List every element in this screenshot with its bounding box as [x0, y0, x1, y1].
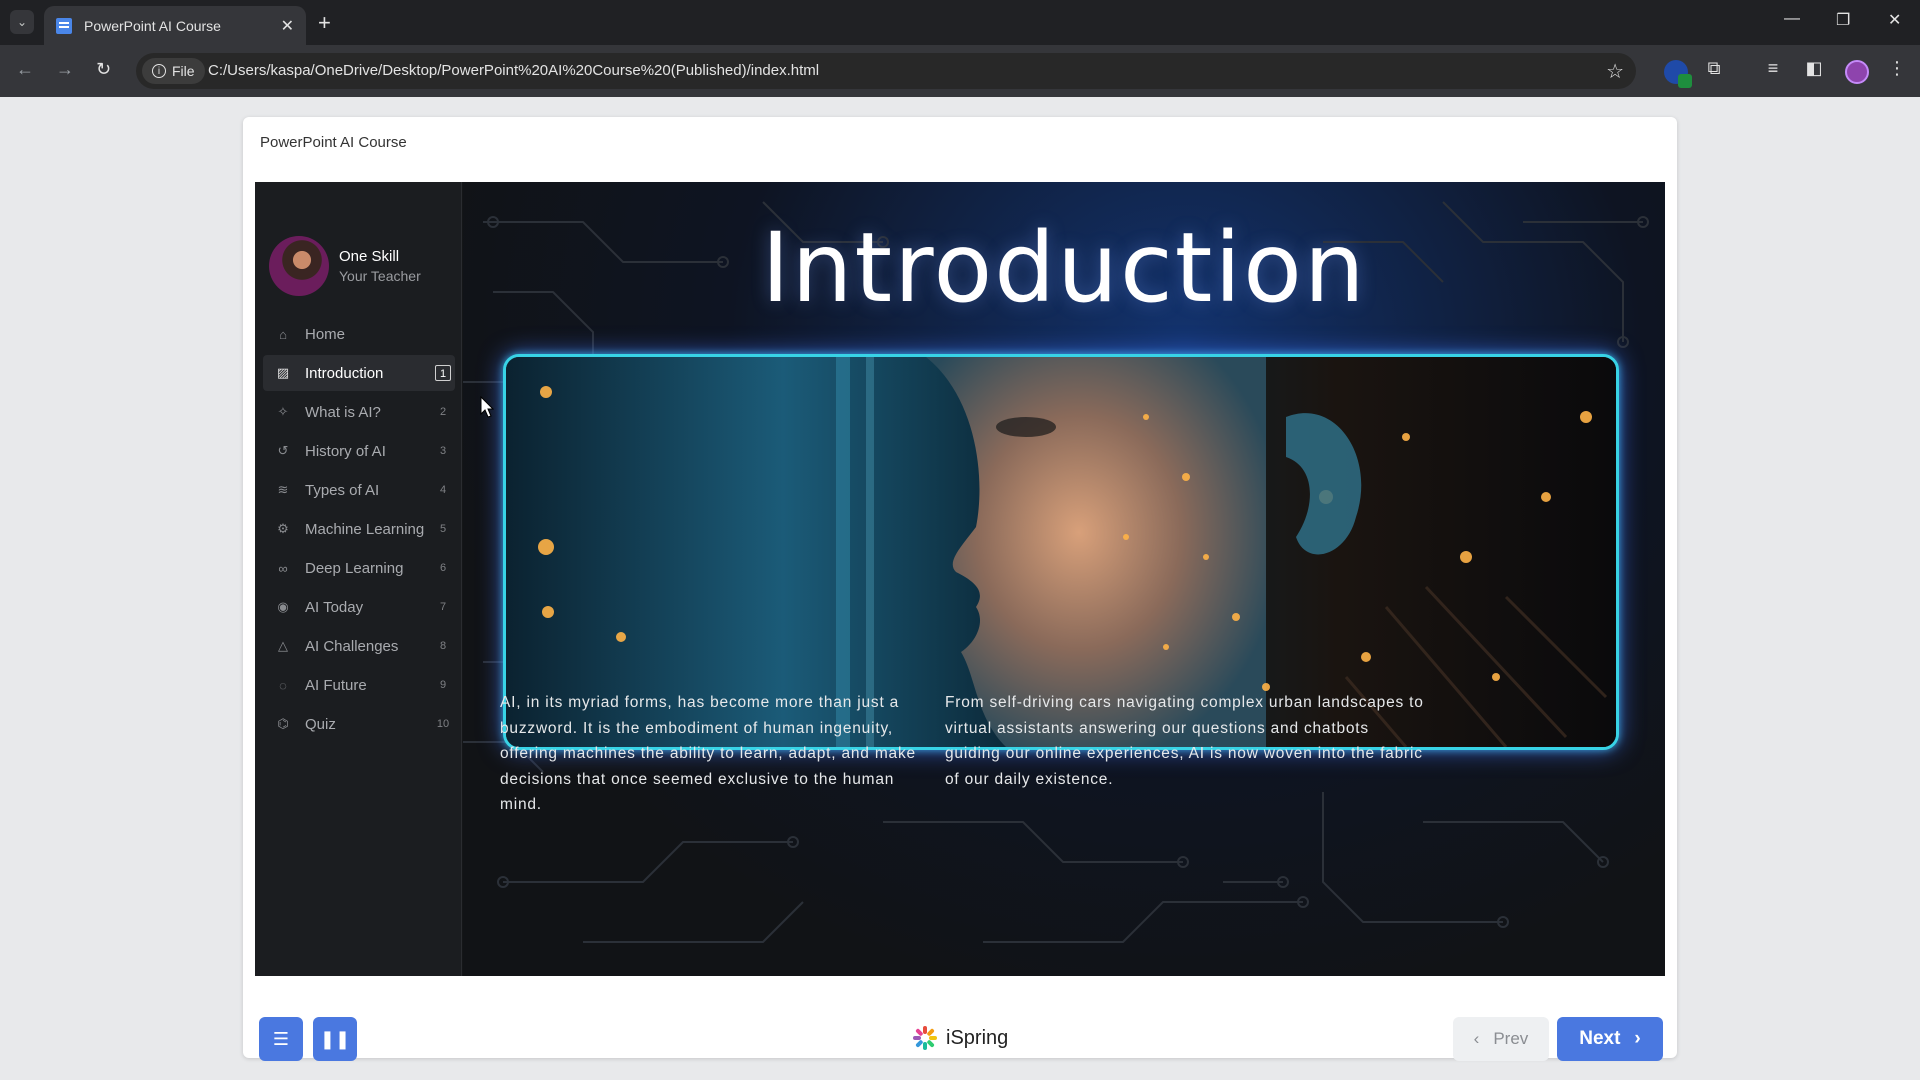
slide-content: Introduction AI, in its myriad forms, ha… — [463, 182, 1665, 976]
slide-title: Introduction — [761, 212, 1367, 324]
info-icon: i — [152, 64, 166, 78]
sidebar-item-label: Deep Learning — [305, 559, 404, 577]
forward-icon[interactable]: → — [56, 59, 74, 80]
planet-icon: ◌ — [279, 677, 287, 693]
prev-label: Prev — [1493, 1029, 1529, 1048]
sidebar-item-label: AI Challenges — [305, 637, 399, 655]
brand-name: iSpring — [946, 1026, 1009, 1049]
puzzle-icon[interactable]: ⧉ — [1703, 58, 1725, 80]
sidebar-item-number: 6 — [439, 562, 447, 574]
restore-icon[interactable]: ❐ — [1836, 10, 1850, 30]
binoculars-icon: ∞ — [278, 560, 288, 576]
pause-button[interactable]: ❚❚ — [313, 1017, 357, 1061]
player-title: PowerPoint AI Course — [260, 134, 407, 151]
bookmark-star-icon[interactable]: ☆ — [1606, 59, 1624, 84]
chevron-left-icon: ‹ — [1473, 1029, 1480, 1048]
page-background: PowerPoint AI Course One Skill Your Teac… — [0, 97, 1920, 1080]
site-info-chip[interactable]: i File — [142, 58, 205, 84]
sidebar-item-number: 9 — [439, 679, 447, 691]
graduation-cap-icon: ⌬ — [277, 716, 289, 731]
sidebar: One Skill Your Teacher ⌂ Home ▨ Introduc… — [255, 182, 462, 976]
side-panel-icon[interactable]: ◧ — [1803, 58, 1825, 80]
sidebar-item-introduction[interactable]: ▨ Introduction 1 — [263, 355, 455, 391]
sidebar-item-number: 8 — [439, 640, 447, 652]
sidebar-item-number: 5 — [439, 523, 447, 535]
minimize-icon[interactable]: — — [1784, 10, 1800, 28]
next-button[interactable]: Next › — [1557, 1017, 1663, 1061]
close-tab-icon[interactable]: ✕ — [281, 16, 294, 36]
sidebar-item-types-of-ai[interactable]: ≋ Types of AI 4 — [263, 472, 455, 508]
prev-button[interactable]: ‹ Prev — [1453, 1017, 1549, 1061]
home-icon: ⌂ — [279, 326, 287, 342]
close-window-icon[interactable]: ✕ — [1888, 10, 1901, 30]
sidebar-item-label: History of AI — [305, 442, 386, 460]
avatar — [269, 236, 329, 296]
sidebar-item-label: Machine Learning — [305, 520, 425, 538]
paragraph-right: From self-driving cars navigating comple… — [945, 694, 1424, 788]
list-icon: ☰ — [272, 1028, 290, 1049]
browser-tab[interactable]: PowerPoint AI Course ✕ — [44, 6, 306, 45]
sidebar-item-label: AI Future — [305, 676, 367, 694]
ispring-flower-icon — [913, 1026, 937, 1050]
slide-stage: One Skill Your Teacher ⌂ Home ▨ Introduc… — [255, 182, 1665, 976]
teacher-role: Your Teacher — [339, 268, 421, 284]
location-icon: ◉ — [277, 599, 289, 614]
sidebar-item-ai-challenges[interactable]: △ AI Challenges 8 — [263, 628, 455, 664]
layers-icon: ≋ — [277, 482, 289, 497]
more-menu-icon[interactable]: ⋮ — [1886, 58, 1908, 80]
back-icon[interactable]: ← — [16, 59, 34, 80]
site-chip-label: File — [172, 63, 195, 79]
reload-icon[interactable]: ↻ — [96, 59, 111, 80]
browser-tab-bar: ⌄ PowerPoint AI Course ✕ + — ❐ ✕ — [0, 0, 1920, 45]
ai-face-illustration — [506, 357, 1616, 747]
sidebar-item-deep-learning[interactable]: ∞ Deep Learning 6 — [263, 550, 455, 586]
tab-title: PowerPoint AI Course — [84, 17, 221, 34]
media-control-icon[interactable]: ≡ — [1762, 58, 1784, 80]
document-icon — [56, 17, 72, 34]
url-text[interactable]: C:/Users/kaspa/OneDrive/Desktop/PowerPoi… — [208, 62, 819, 79]
sidebar-item-number: 1 — [435, 365, 451, 381]
sidebar-item-number: 3 — [439, 445, 447, 457]
sidebar-menu: ⌂ Home ▨ Introduction 1 ✧ What is AI? 2 — [263, 316, 455, 745]
image-icon: ▨ — [276, 365, 290, 380]
extension-icon[interactable] — [1664, 60, 1692, 88]
sidebar-item-label: Home — [305, 325, 346, 343]
sidebar-item-history-of-ai[interactable]: ↺ History of AI 3 — [263, 433, 455, 469]
mouse-cursor-icon — [480, 396, 494, 418]
sidebar-item-ai-today[interactable]: ◉ AI Today 7 — [263, 589, 455, 625]
sidebar-item-number: 4 — [439, 484, 447, 496]
new-tab-icon[interactable]: + — [318, 10, 331, 36]
sidebar-item-machine-learning[interactable]: ⚙ Machine Learning 5 — [263, 511, 455, 547]
course-player: PowerPoint AI Course One Skill Your Teac… — [243, 117, 1677, 1061]
profile-avatar[interactable] — [1845, 60, 1869, 84]
tab-search-icon[interactable]: ⌄ — [10, 10, 34, 34]
sidebar-item-ai-future[interactable]: ◌ AI Future 9 — [263, 667, 455, 703]
sidebar-item-label: Types of AI — [305, 481, 380, 499]
sidebar-item-what-is-ai[interactable]: ✧ What is AI? 2 — [263, 394, 455, 430]
pause-icon: ❚❚ — [319, 1028, 351, 1049]
chevron-right-icon: › — [1634, 1028, 1641, 1049]
outline-toggle-button[interactable]: ☰ — [259, 1017, 303, 1061]
history-icon: ↺ — [277, 443, 289, 458]
sidebar-item-label: AI Today — [305, 598, 364, 616]
sidebar-item-label: Quiz — [305, 715, 336, 733]
sidebar-item-quiz[interactable]: ⌬ Quiz 10 — [263, 706, 455, 742]
sidebar-item-home[interactable]: ⌂ Home — [263, 316, 455, 352]
browser-toolbar: ← → ↻ i File C:/Users/kaspa/OneDrive/Des… — [0, 45, 1920, 97]
teacher-profile: One Skill Your Teacher — [269, 236, 421, 296]
paragraph-left: AI, in its myriad forms, has become more… — [500, 694, 916, 813]
sidebar-item-label: Introduction — [305, 364, 384, 382]
gear-icon: ⚙ — [277, 521, 289, 536]
sidebar-item-label: What is AI? — [305, 403, 381, 421]
sparkle-icon: ✧ — [277, 404, 289, 419]
sidebar-item-number: 7 — [439, 601, 447, 613]
next-label: Next — [1579, 1028, 1621, 1049]
teacher-name: One Skill — [339, 248, 400, 265]
sidebar-item-number: 2 — [439, 406, 447, 418]
sidebar-item-number: 10 — [436, 718, 450, 730]
address-bar[interactable]: i File C:/Users/kaspa/OneDrive/Desktop/P… — [136, 53, 1636, 89]
warning-icon: △ — [278, 638, 288, 653]
ispring-logo: iSpring — [912, 1025, 1008, 1051]
